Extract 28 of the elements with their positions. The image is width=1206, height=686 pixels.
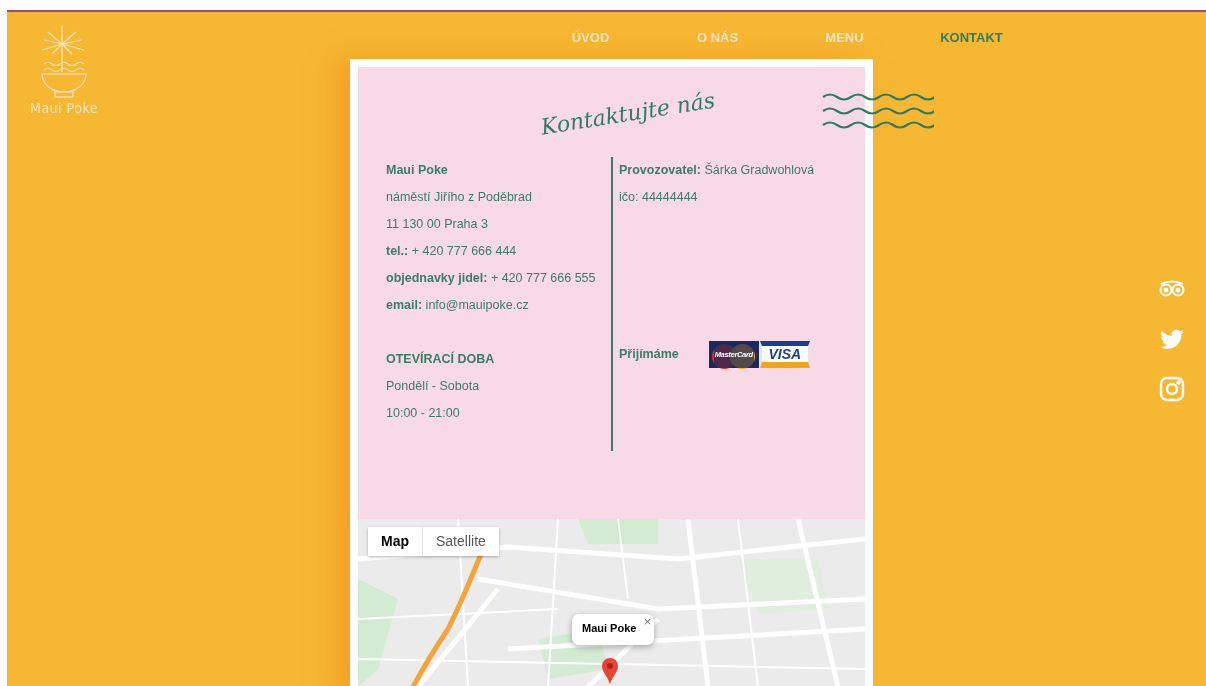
palm-bowl-icon[interactable] [38, 24, 90, 98]
map-type-button[interactable]: Satellite [422, 527, 499, 556]
hours-heading: OTEVÍRACÍ DOBA [386, 350, 496, 368]
bird-icon[interactable] [1159, 326, 1185, 352]
nav-link[interactable]: MENU [781, 28, 908, 48]
company-id: ičo: 44444444 [619, 189, 699, 206]
contact-line: náměstí Jiřího z Poděbrad [386, 189, 533, 206]
contact-line: 11 130 00 Praha 3 [386, 216, 489, 233]
camera-icon[interactable] [1159, 376, 1185, 402]
nav-link[interactable]: O NÁS [654, 28, 781, 48]
contact-line: objednavky jidel: + 420 777 666 555 [386, 270, 597, 287]
contact-line: email: info@mauipoke.cz [386, 297, 530, 314]
waves-icon [822, 93, 934, 131]
info-title: Maui Poke [582, 622, 637, 634]
map-pin-icon[interactable] [601, 657, 619, 685]
contact-line: tel.: + 420 777 666 444 [386, 243, 518, 260]
map-type-button[interactable]: Map [368, 527, 422, 556]
payments-label: Přijímáme [619, 346, 679, 363]
close-button[interactable]: × [643, 612, 652, 632]
visa-logo: VISA [759, 341, 810, 368]
contact-title: Kontaktujte nás [538, 86, 718, 142]
operator-text: Provozovatel: Šárka Gradwohlová [619, 161, 816, 179]
nav-link[interactable]: KONTAKT [908, 28, 1035, 48]
business-name: Maui Poke [386, 162, 449, 179]
hours-line: Pondělí - Sobota [386, 378, 481, 395]
nav-link[interactable]: ÚVOD [527, 28, 654, 48]
hours-line: 10:00 - 21:00 [386, 405, 461, 422]
logo-text: Maui Poke [30, 99, 98, 118]
